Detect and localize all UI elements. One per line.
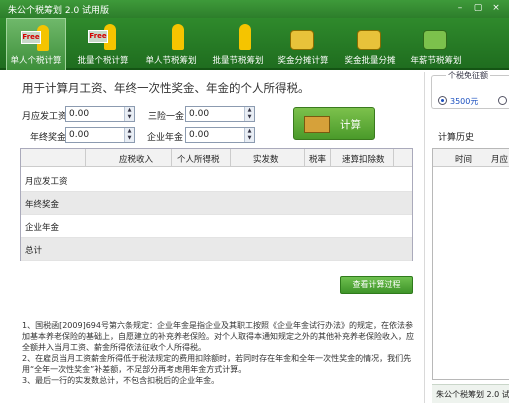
table-header: 应税收入 个人所得税 实发数 税率 速算扣除数: [21, 149, 412, 167]
tab-label: 单人节税筹划: [145, 56, 197, 66]
maximize-button[interactable]: ▢: [471, 2, 485, 15]
person-icon: [223, 22, 253, 52]
exemption-radio-3500[interactable]: [438, 96, 447, 105]
tab-label: 年薪节税筹划: [410, 56, 462, 66]
history-header: 时间 月应: [433, 149, 509, 167]
stepper-arrows[interactable]: ▲ ▼: [124, 128, 134, 142]
tab-annual-salary-planning[interactable]: 年薪节税筹划: [404, 18, 468, 70]
exemption-option-label: 3500元: [450, 97, 479, 106]
view-process-button[interactable]: 查看计算过程: [340, 276, 413, 294]
monthly-salary-stepper[interactable]: 0.00 ▲ ▼: [65, 106, 135, 122]
col-taxable-income: 应税收入: [119, 155, 154, 165]
panel-divider: [424, 72, 425, 403]
tab-batch-tax-planning[interactable]: 批量节税筹划: [206, 18, 270, 70]
title-bar: 朱公个税筹划 2.0 试用版 – ▢ ×: [0, 0, 509, 18]
result-table: 应税收入 个人所得税 实发数 税率 速算扣除数 月应发工资 年终奖金 企业年金 …: [20, 148, 413, 261]
coins-icon: [288, 22, 318, 52]
exemption-group-label: 个税免征额: [446, 70, 490, 81]
table-row[interactable]: 企业年金: [21, 215, 412, 238]
note-item: 3、最后一行的实发数总计，不包含扣税后的企业年金。: [22, 376, 220, 385]
three-insurances-stepper[interactable]: 0.00 ▲ ▼: [185, 106, 255, 122]
table-row[interactable]: 月应发工资: [21, 169, 412, 192]
gift-icon: [421, 22, 451, 52]
page-heading: 用于计算月工资、年终一次性奖金、年金的个人所得税。: [22, 81, 310, 95]
tab-bonus-allocation[interactable]: 奖金分摊计算: [271, 18, 335, 70]
monthly-salary-label: 月应发工资: [22, 112, 68, 122]
free-sign-person-icon: Free: [88, 22, 118, 52]
abacus-icon: [304, 116, 330, 133]
status-text: 朱公个税筹划 2.0 试用版: [436, 390, 509, 399]
table-row[interactable]: 年终奖金: [21, 192, 412, 215]
tab-label: 批量节税筹划: [212, 56, 264, 66]
tab-single-tax-calc[interactable]: Free 单人个税计算: [6, 18, 66, 70]
main-toolbar: Free 单人个税计算 Free 批量个税计算 单人节税筹划 批量节税筹划 奖金…: [0, 18, 509, 70]
col-quick-deduction: 速算扣除数: [342, 155, 385, 165]
col-tax-rate: 税率: [309, 155, 327, 165]
note-item: 2、在雇员当月工资薪金所得低于税法规定的费用扣除额时，若同时存在年金和全年一次性…: [22, 354, 412, 374]
window-controls: – ▢ ×: [453, 2, 503, 15]
note-item: 1、国税函[2009]694号第六条规定：企业年金是指企业及其职工按照《企业年金…: [22, 321, 414, 352]
exemption-radio-other[interactable]: [498, 96, 507, 105]
exemption-group: 个税免征额 3500元: [431, 70, 509, 109]
history-table: 时间 月应: [432, 148, 509, 380]
close-button[interactable]: ×: [489, 2, 503, 15]
coins-icon: [355, 22, 385, 52]
table-row[interactable]: 总计: [21, 238, 412, 261]
tab-label: 奖金批量分摊: [344, 56, 396, 66]
col-monthly: 月应: [491, 155, 509, 165]
calculate-button[interactable]: 计算: [293, 107, 375, 140]
status-bar: 朱公个税筹划 2.0 试用版: [432, 384, 509, 403]
enterprise-annuity-stepper[interactable]: 0.00 ▲ ▼: [185, 127, 255, 143]
history-title: 计算历史: [438, 133, 475, 143]
tab-label: 单人个税计算: [10, 56, 62, 66]
year-end-bonus-label: 年终奖金: [30, 133, 67, 143]
col-income-tax: 个人所得税: [177, 155, 220, 165]
window-title: 朱公个税筹划 2.0 试用版: [8, 6, 110, 16]
notes: 1、国税函[2009]694号第六条规定：企业年金是指企业及其职工按照《企业年金…: [22, 320, 420, 386]
tab-batch-tax-calc[interactable]: Free 批量个税计算: [72, 18, 134, 70]
tab-label: 奖金分摊计算: [277, 56, 329, 66]
three-insurances-label: 三险一金: [148, 112, 185, 122]
stepper-arrows[interactable]: ▲ ▼: [244, 107, 254, 121]
col-net-pay: 实发数: [253, 155, 279, 165]
minimize-button[interactable]: –: [453, 2, 467, 15]
col-time: 时间: [455, 155, 473, 165]
free-sign-person-icon: Free: [21, 23, 51, 53]
enterprise-annuity-label: 企业年金: [147, 133, 184, 143]
tab-single-tax-planning[interactable]: 单人节税筹划: [139, 18, 203, 70]
person-icon: [156, 22, 186, 52]
stepper-arrows[interactable]: ▲ ▼: [244, 128, 254, 142]
tab-bonus-batch-allocation[interactable]: 奖金批量分摊: [338, 18, 402, 70]
year-end-bonus-stepper[interactable]: 0.00 ▲ ▼: [65, 127, 135, 143]
tab-label: 批量个税计算: [77, 56, 129, 66]
stepper-arrows[interactable]: ▲ ▼: [124, 107, 134, 121]
